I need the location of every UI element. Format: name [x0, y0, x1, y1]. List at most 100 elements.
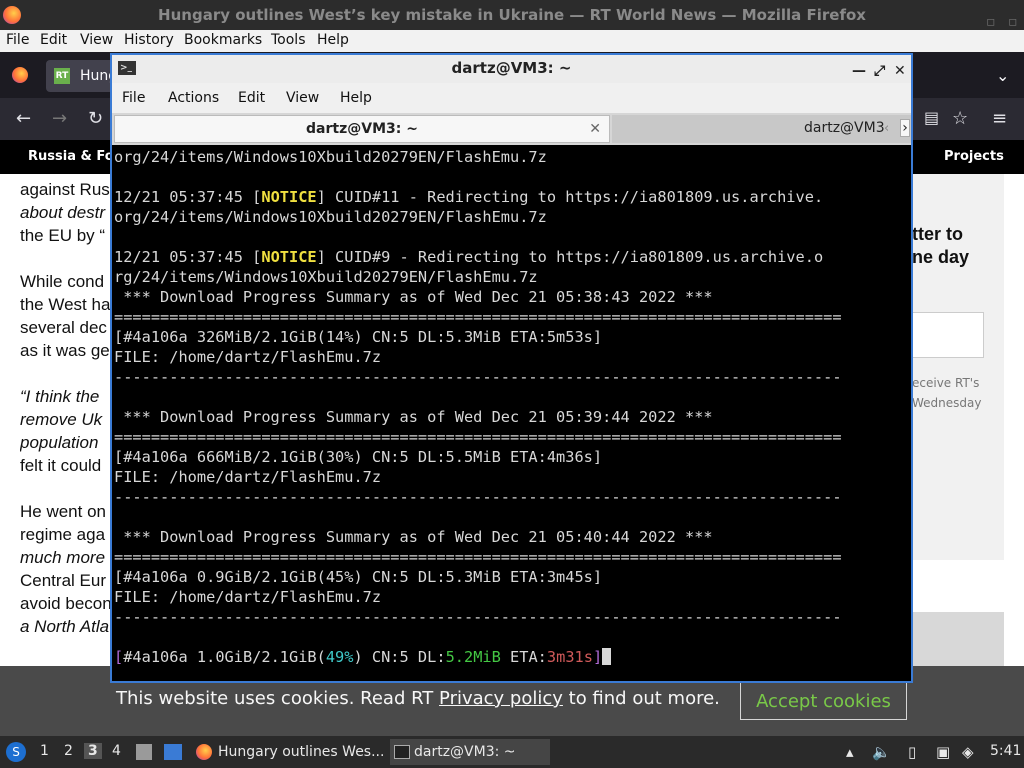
rt-favicon-icon: RT: [54, 68, 70, 84]
terminal-minimize-icon[interactable]: —: [852, 58, 866, 84]
tab-scroll-left-icon[interactable]: ‹: [884, 121, 889, 136]
tab-list-chevron-icon[interactable]: ⌄: [996, 66, 1009, 85]
terminal-app-icon: >_: [118, 61, 136, 75]
terminal-line: ----------------------------------------…: [114, 608, 842, 626]
reader-view-icon[interactable]: ▤: [924, 108, 939, 127]
tab-scroll-right-icon[interactable]: ›: [900, 119, 910, 137]
newsletter-note-2: Wednesday: [912, 396, 982, 410]
menu-tools[interactable]: Tools: [271, 32, 306, 48]
menu-history[interactable]: History: [124, 32, 174, 48]
terminal-line: rg/24/items/Windows10Xbuild20279EN/Flash…: [114, 268, 538, 286]
browser-tab[interactable]: RT Hungary outlines: [46, 60, 116, 92]
article-line: He went on: [20, 502, 106, 521]
terminal-title: dartz@VM3: ~: [451, 59, 572, 77]
nav-projects[interactable]: Projects: [944, 149, 1004, 164]
terminal-line: org/24/items/Windows10Xbuild20279EN/Flas…: [114, 148, 547, 166]
terminal-menu-view[interactable]: View: [286, 90, 319, 106]
terminal-line: FILE: /home/dartz/FlashEmu.7z: [114, 348, 382, 366]
firefox-view-icon[interactable]: [12, 67, 28, 83]
forward-icon[interactable]: →: [52, 108, 67, 129]
task-terminal[interactable]: dartz@VM3: ~: [390, 739, 550, 765]
article-line: “I think the: [20, 387, 100, 406]
article-line: regime aga: [20, 525, 106, 544]
accept-cookies-button[interactable]: Accept cookies: [740, 682, 907, 720]
firefox-logo-icon: [3, 6, 21, 24]
menu-bookmarks[interactable]: Bookmarks: [184, 32, 262, 48]
terminal-window[interactable]: >_ dartz@VM3: ~ — ⤢ ✕ File Actions Edit …: [110, 53, 913, 683]
menu-edit[interactable]: Edit: [40, 32, 67, 48]
task-terminal-label: dartz@VM3: ~: [414, 744, 516, 760]
terminal-menu-edit[interactable]: Edit: [238, 90, 265, 106]
terminal-menu-actions[interactable]: Actions: [168, 90, 219, 106]
start-menu-icon[interactable]: S: [6, 742, 26, 762]
firefox-window-title: Hungary outlines West’s key mistake in U…: [158, 6, 866, 24]
terminal-line: FILE: /home/dartz/FlashEmu.7z: [114, 588, 382, 606]
terminal-line: [#4a106a 666MiB/2.1GiB(30%) CN:5 DL:5.5M…: [114, 448, 603, 466]
terminal-titlebar[interactable]: >_ dartz@VM3: ~ — ⤢ ✕: [112, 55, 911, 83]
bookmark-star-icon[interactable]: ☆: [952, 108, 968, 129]
article-line: avoid becon: [20, 594, 112, 613]
reload-icon[interactable]: ↻: [88, 108, 103, 129]
terminal-line: *** Download Progress Summary as of Wed …: [114, 408, 713, 426]
workspace-4[interactable]: 4: [112, 743, 121, 759]
newsletter-email-input[interactable]: [912, 312, 984, 358]
article-line: felt it could: [20, 456, 102, 475]
clipboard-icon[interactable]: ▯: [908, 743, 916, 761]
terminal-menu-file[interactable]: File: [122, 90, 145, 106]
newsletter-heading-1: tter to: [912, 224, 963, 244]
terminal-tab-inactive[interactable]: dartz@VM3: [612, 115, 911, 143]
terminal-line: 12/21 05:37:45 [NOTICE] CUID#11 - Redire…: [114, 188, 824, 206]
privacy-policy-link[interactable]: Privacy policy: [439, 688, 563, 709]
back-icon[interactable]: ←: [16, 108, 31, 129]
terminal-close-icon[interactable]: ✕: [894, 58, 906, 84]
article-line: the EU by “: [20, 226, 106, 245]
terminal-line: ========================================…: [114, 548, 842, 566]
terminal-tab-close-icon[interactable]: ✕: [589, 116, 601, 142]
notifications-icon[interactable]: ◈: [962, 743, 974, 761]
terminal-task-icon: [394, 745, 410, 759]
terminal-line: 12/21 05:37:45 [NOTICE] CUID#9 - Redirec…: [114, 248, 824, 266]
show-desktop-icon[interactable]: [164, 744, 182, 760]
task-firefox[interactable]: Hungary outlines Wes...: [194, 739, 384, 765]
hamburger-menu-icon[interactable]: ≡: [992, 108, 1007, 129]
terminal-maximize-icon[interactable]: ⤢: [874, 58, 885, 84]
workspace-2[interactable]: 2: [64, 743, 73, 759]
newsletter-heading-2: ne day: [912, 247, 970, 267]
newsletter-box: tter to ne day eceive RT's Wednesday: [912, 174, 1004, 560]
terminal-line: [#4a106a 326MiB/2.1GiB(14%) CN:5 DL:5.3M…: [114, 328, 603, 346]
firefox-task-icon: [196, 744, 212, 760]
article-line: Central Eur: [20, 571, 106, 590]
terminal-menu-help[interactable]: Help: [340, 90, 372, 106]
terminal-tab2-label: dartz@VM3: [804, 120, 885, 136]
workspace-1[interactable]: 1: [40, 743, 49, 759]
article-line: a North Atla: [20, 617, 110, 636]
terminal-status-line: [#4a106a 1.0GiB/2.1GiB(49%) CN:5 DL:5.2M…: [114, 647, 909, 667]
terminal-line: [#4a106a 0.9GiB/2.1GiB(45%) CN:5 DL:5.3M…: [114, 568, 603, 586]
article-line: While cond: [20, 272, 105, 291]
terminal-line: ----------------------------------------…: [114, 488, 842, 506]
article-line: population: [20, 433, 99, 452]
menu-view[interactable]: View: [80, 32, 113, 48]
terminal-output[interactable]: org/24/items/Windows10Xbuild20279EN/Flas…: [114, 147, 909, 677]
article-line: as it was ge: [20, 341, 110, 360]
article-line: remove Uk: [20, 410, 103, 429]
article-line: several dec: [20, 318, 107, 337]
volume-icon[interactable]: 🔈: [872, 743, 891, 761]
workspace-3[interactable]: 3: [84, 743, 102, 759]
tray-notes-icon[interactable]: ▴: [846, 743, 854, 761]
firefox-titlebar[interactable]: Hungary outlines West’s key mistake in U…: [0, 0, 1024, 30]
terminal-tab-label: dartz@VM3: ~: [306, 121, 418, 137]
terminal-line: FILE: /home/dartz/FlashEmu.7z: [114, 468, 382, 486]
menu-help[interactable]: Help: [317, 32, 349, 48]
file-manager-icon[interactable]: [136, 744, 152, 760]
terminal-line: ----------------------------------------…: [114, 368, 842, 386]
terminal-line: *** Download Progress Summary as of Wed …: [114, 288, 713, 306]
terminal-line: ========================================…: [114, 428, 842, 446]
terminal-tab-active[interactable]: dartz@VM3: ~ ✕: [114, 115, 610, 143]
network-icon[interactable]: ▣: [936, 743, 950, 761]
menu-file[interactable]: File: [6, 32, 29, 48]
